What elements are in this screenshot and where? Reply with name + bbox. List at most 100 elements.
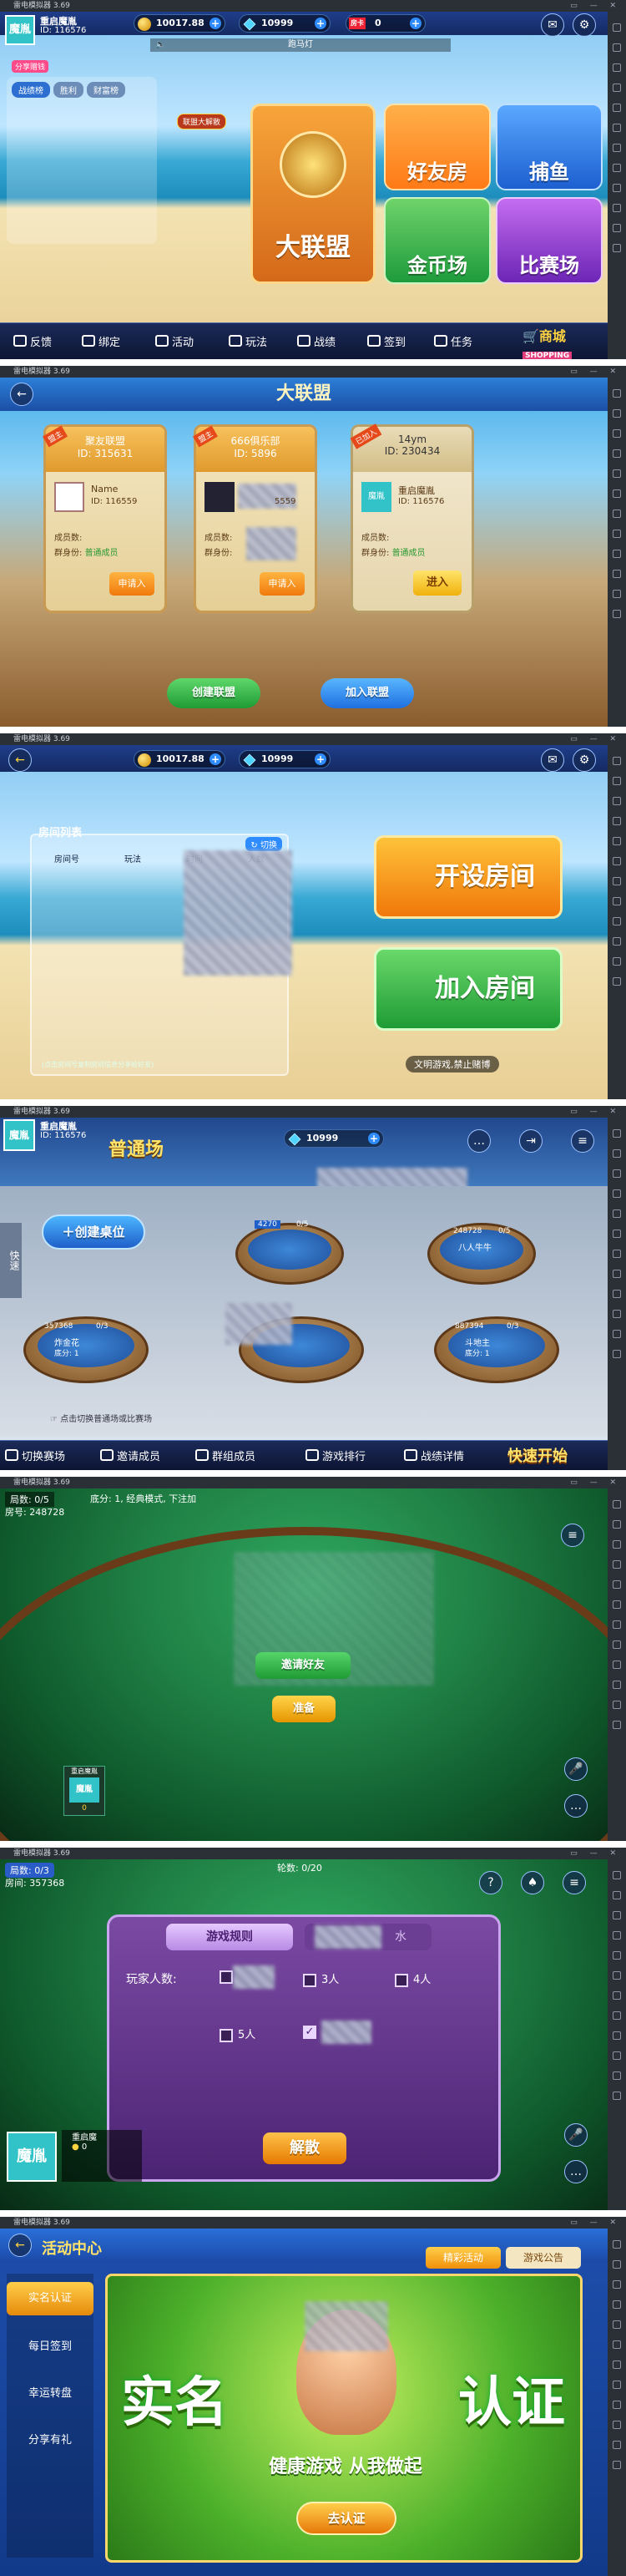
union-card[interactable]: 已加入 14ym ID: 230434 魔胤 重启魔胤 ID: 116576 成员数… [350, 423, 474, 613]
back-arrow-icon[interactable]: ← [10, 383, 33, 406]
game-table[interactable]: 887394 0/3 斗地主 底分: 1 [434, 1316, 559, 1383]
microphone-icon[interactable]: 🎤 [564, 2123, 588, 2147]
checked-icon: ✓ [303, 2026, 316, 2039]
tab-announcements[interactable]: 游戏公告 [506, 2247, 581, 2269]
emulator-sidebar[interactable] [608, 12, 626, 359]
menu-daily-checkin[interactable]: 每日签到 [7, 2332, 93, 2362]
switch-button[interactable]: ↻ 切换 [245, 837, 282, 851]
handshake-icon [82, 335, 95, 347]
records-button[interactable]: 战绩 [297, 333, 336, 349]
window-controls[interactable]: ▭ — ✕ [570, 0, 621, 12]
menu-icon[interactable]: ≡ [571, 1129, 594, 1153]
microphone-icon[interactable]: 🎤 [564, 1757, 588, 1781]
enter-button[interactable]: 进入 [413, 570, 462, 596]
union-card[interactable]: 盟主 聚友联盟 ID: 315631 Name ID: 116559 成员数: 群身… [42, 424, 167, 613]
apply-button[interactable]: 申请入 [260, 572, 305, 596]
tasks-button[interactable]: 任务 [434, 333, 472, 349]
union-dissolve-badge[interactable]: 联盟大解散 [177, 114, 227, 129]
add-room-cards-button[interactable]: + [410, 18, 422, 29]
bind-button[interactable]: 绑定 [82, 333, 120, 349]
join-union-button[interactable]: 加入联盟 [321, 678, 414, 708]
friend-room-button[interactable]: 好友房 [384, 104, 491, 190]
side-quick-tab[interactable]: 快速 [0, 1223, 22, 1298]
menu-share-gift[interactable]: 分享有礼 [7, 2426, 93, 2456]
option-5-players[interactable]: 5人 [220, 2026, 255, 2042]
page-title: 活动中心 [42, 2240, 102, 2258]
switch-arena-button[interactable]: 切换赛场 [5, 1448, 65, 1463]
tab-game-rules[interactable]: 游戏规则 [166, 1924, 293, 1950]
page-title: 普通场 [109, 1139, 164, 1160]
settings-gear-icon[interactable]: ⚙ [573, 13, 596, 37]
mail-icon[interactable]: ✉ [541, 13, 564, 37]
realname-banner: 实名 认证 健康游戏 从我做起 去认证 [105, 2274, 583, 2563]
create-union-button[interactable]: 创建联盟 [167, 678, 260, 708]
checkin-button[interactable]: 签到 [367, 333, 406, 349]
crown-shield-icon [280, 131, 346, 198]
tab-events[interactable]: 精彩活动 [426, 2247, 501, 2269]
game-table[interactable]: 357368 0/3 炸金花 底分: 1 [23, 1316, 149, 1383]
invite-members-button[interactable]: 邀请成员 [100, 1448, 160, 1463]
events-button[interactable]: 活动 [155, 333, 194, 349]
tab-wealth[interactable]: 财富榜 [87, 82, 125, 98]
verify-button[interactable]: 去认证 [296, 2502, 396, 2535]
avatar[interactable]: 魔胤 [3, 1119, 35, 1151]
emulator-titlebar: 雷电模拟器 3.69 ▭ — ✕ [0, 0, 626, 12]
menu-icon[interactable]: ≡ [561, 1524, 584, 1547]
avatar: 魔胤 [361, 482, 391, 512]
invite-friend-button[interactable]: 邀请好友 [255, 1652, 351, 1679]
tab-wins[interactable]: 胜利 [53, 82, 83, 98]
create-table-button[interactable]: ＋创建桌位 [42, 1214, 145, 1250]
owner-id: ID: 116576 [398, 497, 445, 506]
option-6-players[interactable]: ✓ [303, 2026, 321, 2039]
settings-gear-icon[interactable]: ⚙ [573, 748, 596, 772]
help-icon[interactable]: ? [479, 1871, 502, 1894]
apply-button[interactable]: 申请入 [109, 572, 154, 596]
game-table[interactable]: 4270 0/5 [235, 1220, 344, 1285]
add-gems-button[interactable]: + [315, 18, 326, 29]
chat-icon[interactable]: … [467, 1129, 491, 1153]
record-detail-button[interactable]: 战绩详情 [404, 1448, 464, 1463]
hall-bottom-nav: 切换赛场 邀请成员 群组成员 游戏排行 战绩详情 快速开始 [0, 1440, 608, 1470]
ready-button[interactable]: 准备 [272, 1696, 336, 1722]
group-members-button[interactable]: 群组成员 [195, 1448, 255, 1463]
create-room-button[interactable]: 开设房间 [374, 835, 563, 919]
avatar[interactable]: 魔胤 [5, 15, 35, 45]
dismiss-button[interactable]: 解散 [263, 2132, 346, 2164]
notice-text: 文明游戏,禁止赌博 [406, 1056, 499, 1072]
mail-icon[interactable]: ✉ [541, 748, 564, 772]
rankings-button[interactable]: 游戏排行 [305, 1448, 366, 1463]
union-card[interactable]: 盟主 666俱乐部 ID: 5896 5559 成员数: 群身份: 申请入 [192, 424, 317, 613]
chat-bubble-icon[interactable]: … [564, 2160, 588, 2183]
menu-lucky-wheel[interactable]: 幸运转盘 [7, 2379, 93, 2409]
spade-icon[interactable]: ♠ [521, 1871, 544, 1894]
game-table[interactable]: 248728 0/5 八人牛牛 [427, 1223, 536, 1285]
avatar: 魔胤 [69, 1777, 99, 1803]
menu-icon[interactable]: ≡ [563, 1871, 586, 1894]
quick-start-button[interactable]: 快速开始 [507, 1444, 568, 1466]
option-3-players[interactable]: 3人 [303, 1970, 339, 1987]
menu-real-name[interactable]: 实名认证 [7, 2282, 93, 2315]
fishing-button[interactable]: 捕鱼 [496, 104, 603, 190]
union-button[interactable]: 大联盟 [250, 104, 376, 284]
union-list-screen: 雷电模拟器 3.69 ▭ — ✕ 大联盟 ← 盟主 聚友联盟 ID: 315631 N… [0, 366, 626, 727]
coin-room-button[interactable]: 金币场 [384, 197, 491, 284]
chat-bubble-icon[interactable]: … [564, 1794, 588, 1818]
coin-balance: 10017.88 + [134, 14, 225, 33]
exit-icon[interactable]: ⇥ [519, 1129, 543, 1153]
rules-button[interactable]: 玩法 [229, 333, 267, 349]
back-arrow-icon[interactable]: ← [8, 2234, 32, 2257]
join-room-button[interactable]: 加入房间 [374, 947, 563, 1031]
share-badge[interactable]: 分享赠钱 [12, 60, 49, 73]
shop-button[interactable]: 🛒商城 SHOPPING [523, 325, 573, 359]
add-coins-button[interactable]: + [210, 18, 221, 29]
option-4-players[interactable]: 4人 [395, 1970, 431, 1987]
diamond-icon [243, 753, 256, 767]
player-id: ID: 116576 [40, 26, 87, 35]
switch-icon [5, 1449, 18, 1461]
tournament-button[interactable]: 比赛场 [496, 197, 603, 284]
owner-name: Name [91, 484, 119, 494]
feedback-button[interactable]: 反馈 [13, 333, 52, 349]
back-arrow-icon[interactable]: ← [8, 748, 32, 772]
tab-record[interactable]: 战绩榜 [12, 82, 50, 98]
leaderboard-panel: 分享赠钱 战绩榜 胜利 财富榜 [7, 60, 157, 244]
